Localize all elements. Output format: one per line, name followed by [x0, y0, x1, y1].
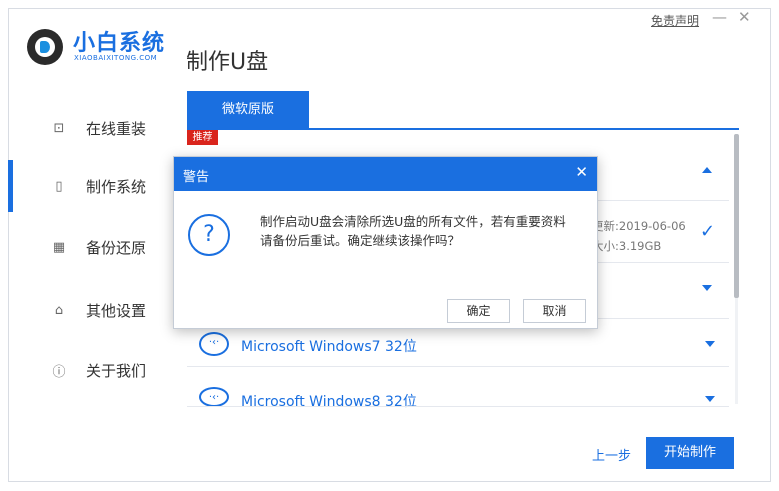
dialog-title: 警告: [183, 170, 210, 185]
sidebar-item-about-us[interactable]: ⓘ 关于我们: [8, 350, 168, 390]
expand-arrow-icon[interactable]: [705, 396, 715, 402]
sidebar-item-make-system[interactable]: ▯ 制作系统: [8, 166, 168, 206]
sidebar-item-backup-restore[interactable]: ▦ 备份还原: [8, 227, 168, 267]
minimize-button[interactable]: —: [712, 8, 727, 26]
sidebar-item-label: 在线重装: [86, 119, 147, 138]
dialog-message-line1: 制作启动U盘会清除所选U盘的所有文件，若有重要资料: [260, 214, 566, 229]
sidebar-item-other-settings[interactable]: ⌂ 其他设置: [8, 290, 168, 330]
row-separator: [187, 406, 729, 407]
sidebar-item-online-reinstall[interactable]: ⊡ 在线重装: [8, 108, 168, 148]
dialog-header: 警告 ✕: [174, 157, 597, 191]
tab-microsoft-original[interactable]: 微软原版: [187, 91, 309, 129]
sidebar-item-label: 制作系统: [86, 177, 147, 196]
grid-icon: ▦: [52, 239, 66, 255]
brand-subtitle: XIAOBAIXITONG.COM: [74, 54, 158, 62]
question-icon: ?: [188, 214, 230, 256]
briefcase-icon: ⌂: [54, 302, 64, 318]
sidebar-item-label: 其他设置: [86, 301, 147, 320]
file-size: 大小:3.19GB: [592, 239, 662, 253]
prev-step-button[interactable]: 上一步: [592, 445, 631, 464]
dialog-close-button[interactable]: ✕: [575, 163, 588, 181]
system-icon: ·‹·: [199, 387, 229, 407]
expand-arrow-icon[interactable]: [705, 341, 715, 347]
sidebar-item-label: 备份还原: [86, 238, 147, 257]
expand-arrow-icon[interactable]: [702, 285, 712, 291]
system-name[interactable]: Microsoft Windows8 32位: [241, 391, 417, 411]
close-button[interactable]: ✕: [738, 8, 751, 26]
dialog-message-line2: 请备份后重试。确定继续该操作吗？: [260, 233, 461, 248]
brand-name: 小白系统: [73, 31, 166, 56]
update-date: 更新:2019-06-06: [592, 219, 686, 233]
collapse-arrow-icon[interactable]: [702, 167, 712, 173]
usb-icon: ▯: [55, 178, 63, 194]
warning-dialog: 警告 ✕ ? 制作启动U盘会清除所选U盘的所有文件，若有重要资料 请备份后重试。…: [173, 156, 598, 329]
dialog-message: 制作启动U盘会清除所选U盘的所有文件，若有重要资料 请备份后重试。确定继续该操作…: [260, 212, 590, 250]
scrollbar-thumb[interactable]: [734, 134, 739, 298]
ok-button[interactable]: 确定: [447, 299, 510, 323]
recommend-badge: 推荐: [187, 130, 218, 145]
logo-icon: [27, 29, 63, 65]
page-title: 制作U盘: [186, 50, 269, 75]
monitor-icon: ⊡: [53, 120, 65, 136]
sidebar-item-label: 关于我们: [86, 361, 147, 380]
cancel-button[interactable]: 取消: [523, 299, 586, 323]
info-icon: ⓘ: [52, 364, 66, 380]
start-making-button[interactable]: 开始制作: [646, 437, 734, 469]
row-separator: [187, 366, 729, 367]
system-icon: ·‹·: [199, 332, 229, 356]
check-icon: ✓: [700, 221, 716, 242]
disclaimer-link[interactable]: 免责声明: [651, 12, 699, 29]
system-name[interactable]: Microsoft Windows7 32位: [241, 336, 417, 356]
tab-underline: [187, 128, 739, 130]
